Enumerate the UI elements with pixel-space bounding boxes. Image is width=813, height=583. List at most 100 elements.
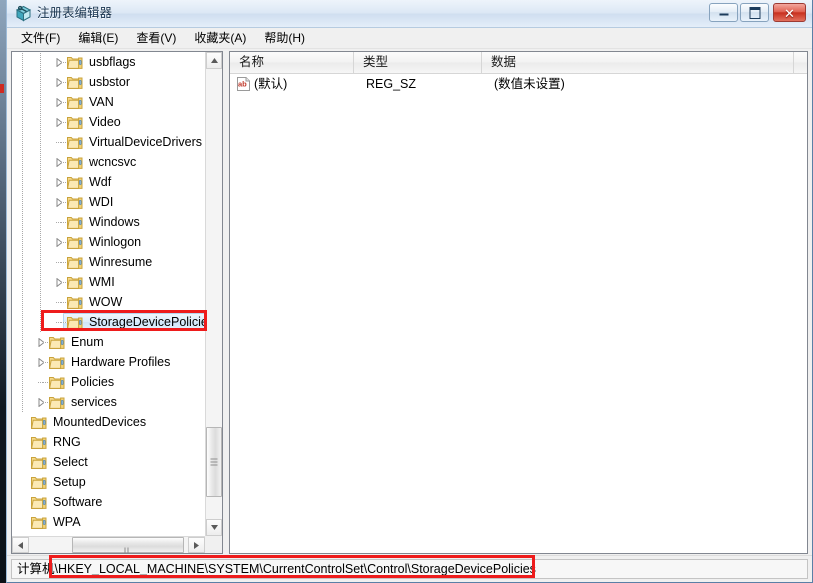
tree-connector-line	[22, 312, 23, 332]
registry-key-folder-icon	[66, 195, 84, 210]
tree-horizontal-scroll-thumb[interactable]	[72, 537, 184, 553]
tree-item[interactable]: WPA	[12, 512, 205, 532]
maximize-button[interactable]	[740, 3, 769, 22]
tree-connector-line	[40, 72, 41, 92]
tree-item[interactable]: Video	[12, 112, 205, 132]
registry-tree[interactable]: usbflags usbstor VAN Video VirtualDeviceDriv…	[12, 52, 205, 536]
svg-text:ab: ab	[238, 80, 247, 89]
scroll-left-button[interactable]	[12, 537, 29, 553]
tree-item[interactable]: Setup	[12, 472, 205, 492]
menu-view[interactable]: 查看(V)	[127, 29, 185, 48]
registry-key-folder-icon	[66, 155, 84, 170]
tree-item-label: MountedDevices	[53, 415, 147, 429]
registry-key-folder-icon	[48, 335, 66, 350]
tree-item[interactable]: services	[12, 392, 205, 412]
tree-item[interactable]: VAN	[12, 92, 205, 112]
menu-edit[interactable]: 编辑(E)	[69, 29, 127, 48]
registry-tree-pane: usbflags usbstor VAN Video VirtualDeviceDriv…	[11, 51, 223, 554]
tree-item[interactable]: usbflags	[12, 52, 205, 72]
close-icon: ✕	[784, 6, 795, 21]
column-header-data[interactable]: 数据	[482, 52, 794, 73]
tree-connector-line	[40, 92, 41, 112]
registry-key-folder-icon	[66, 315, 84, 330]
minimize-button[interactable]	[709, 3, 738, 22]
tree-item[interactable]: Windows	[12, 212, 205, 232]
tree-connector-line	[22, 192, 23, 212]
tree-item[interactable]: Policies	[12, 372, 205, 392]
tree-vertical-scroll-thumb[interactable]	[206, 427, 222, 497]
tree-connector-line	[40, 152, 41, 172]
table-row[interactable]: ab (默认) REG_SZ (数值未设置)	[230, 74, 807, 94]
tree-item[interactable]: Enum	[12, 332, 205, 352]
registry-key-folder-icon	[30, 495, 48, 510]
scroll-down-button[interactable]	[206, 519, 222, 536]
registry-key-folder-icon	[48, 375, 66, 390]
tree-vertical-scrollbar[interactable]	[205, 52, 222, 536]
scroll-up-button[interactable]	[206, 52, 222, 69]
tree-item[interactable]: Winresume	[12, 252, 205, 272]
registry-key-folder-icon	[66, 115, 84, 130]
tree-item[interactable]: MountedDevices	[12, 412, 205, 432]
current-registry-path: 计算机\HKEY_LOCAL_MACHINE\SYSTEM\CurrentCon…	[17, 562, 536, 576]
tree-item-label: Hardware Profiles	[71, 355, 171, 369]
registry-key-folder-icon	[66, 235, 84, 250]
tree-connector-line	[22, 272, 23, 292]
cell-value-data: (数值未设置)	[494, 77, 565, 91]
column-header-name[interactable]: 名称	[230, 52, 354, 73]
tree-connector-line	[40, 52, 41, 72]
scrollbar-corner	[205, 536, 222, 553]
registry-key-folder-icon	[66, 215, 84, 230]
registry-key-folder-icon	[48, 355, 66, 370]
tree-item-label: VirtualDeviceDrivers	[89, 135, 202, 149]
registry-key-folder-icon	[66, 75, 84, 90]
registry-editor-icon	[15, 5, 32, 22]
tree-connector-line	[40, 272, 41, 292]
tree-item-label: Select	[53, 455, 88, 469]
menu-help[interactable]: 帮助(H)	[255, 29, 314, 48]
tree-horizontal-scrollbar[interactable]	[12, 536, 205, 553]
tree-item-label: Winlogon	[89, 235, 142, 249]
tree-connector-line	[22, 352, 23, 372]
tree-item[interactable]: VirtualDeviceDrivers	[12, 132, 205, 152]
tree-connector-line	[22, 152, 23, 172]
registry-key-folder-icon	[66, 275, 84, 290]
tree-connector-line	[40, 312, 41, 332]
tree-item-label: Wdf	[89, 175, 112, 189]
window-title: 注册表编辑器	[37, 6, 113, 20]
tree-item-label: Software	[53, 495, 103, 509]
status-path-cell: 计算机\HKEY_LOCAL_MACHINE\SYSTEM\CurrentCon…	[11, 559, 808, 579]
tree-connector-line	[22, 132, 23, 152]
tree-item[interactable]: WOW	[12, 292, 205, 312]
menu-favorites[interactable]: 收藏夹(A)	[185, 29, 255, 48]
close-button[interactable]: ✕	[773, 3, 806, 22]
registry-key-folder-icon	[30, 415, 48, 430]
tree-item[interactable]: RNG	[12, 432, 205, 452]
tree-item[interactable]: Software	[12, 492, 205, 512]
tree-item[interactable]: WDI	[12, 192, 205, 212]
tree-item[interactable]: Select	[12, 452, 205, 472]
menu-file[interactable]: 文件(F)	[12, 29, 69, 48]
registry-key-folder-icon	[30, 515, 48, 530]
column-header-type[interactable]: 类型	[354, 52, 482, 73]
tree-item-label: Winresume	[89, 255, 153, 269]
tree-item-selected[interactable]: StorageDevicePolicies	[12, 312, 205, 332]
tree-item-label: services	[71, 395, 117, 409]
registry-key-folder-icon	[30, 455, 48, 470]
tree-item-label: Windows	[89, 215, 140, 229]
tree-connector-line	[22, 332, 23, 352]
tree-item-label: VAN	[89, 95, 114, 109]
desktop-background: 注册表编辑器 ✕ 文件(F) 编辑(E) 查看(V) 收藏夹(A) 帮助(H) …	[0, 0, 813, 583]
values-list[interactable]: ab (默认) REG_SZ (数值未设置)	[230, 74, 807, 94]
tree-connector-line	[22, 372, 23, 392]
scroll-right-button[interactable]	[188, 537, 205, 553]
registry-key-folder-icon	[66, 175, 84, 190]
tree-item[interactable]: WMI	[12, 272, 205, 292]
tree-connector-line	[22, 172, 23, 192]
tree-item[interactable]: Hardware Profiles	[12, 352, 205, 372]
tree-item[interactable]: Wdf	[12, 172, 205, 192]
tree-item[interactable]: usbstor	[12, 72, 205, 92]
tree-item[interactable]: wcncsvc	[12, 152, 205, 172]
tree-connector-line	[22, 392, 23, 412]
tree-connector-line	[22, 212, 23, 232]
tree-item[interactable]: Winlogon	[12, 232, 205, 252]
